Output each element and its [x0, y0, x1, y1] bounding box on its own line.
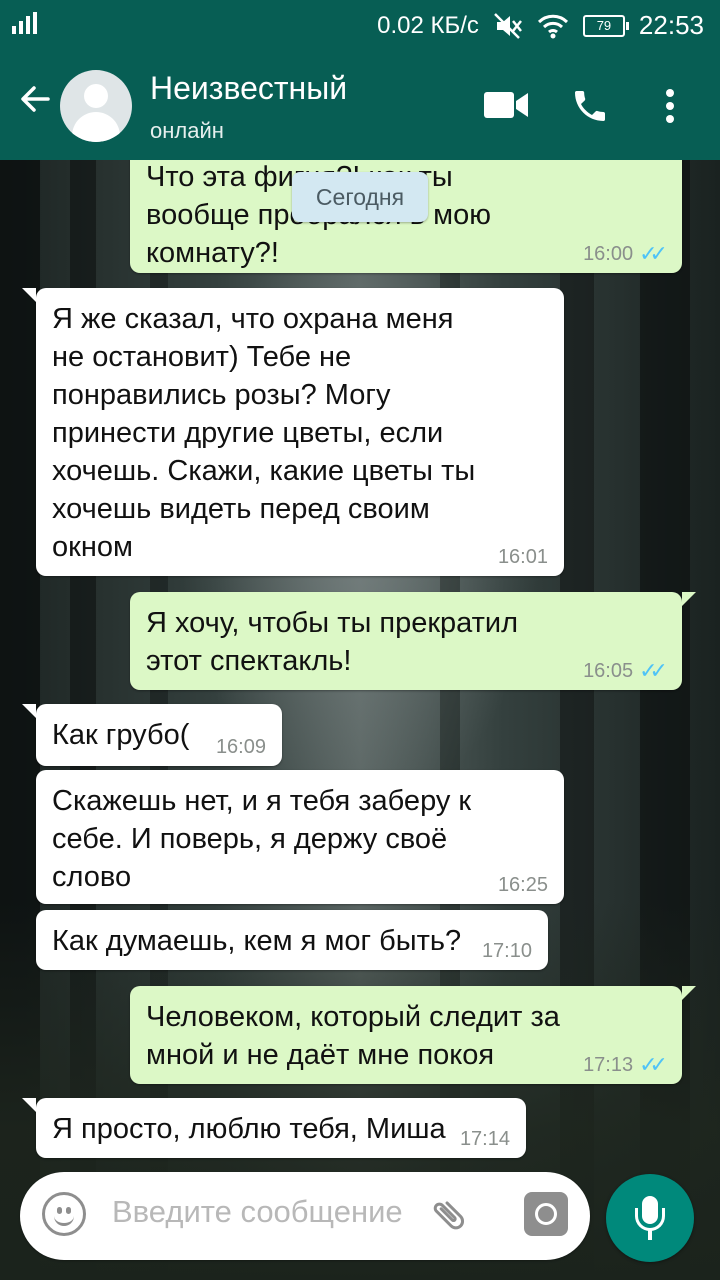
- message-text: Как думаешь, кем я мог быть?: [52, 925, 462, 957]
- mic-button[interactable]: [606, 1174, 694, 1262]
- video-call-icon[interactable]: [484, 90, 530, 125]
- message-incoming[interactable]: Как думаешь, кем я мог быть? 17:10: [36, 910, 548, 970]
- avatar[interactable]: [60, 70, 132, 142]
- message-outgoing[interactable]: Я хочу, чтобы ты прекратил этот спектакл…: [130, 592, 696, 690]
- read-receipt-icon: ✓✓: [639, 1052, 668, 1077]
- message-time: 17:14: [459, 1128, 510, 1150]
- contact-name[interactable]: Неизвестный: [150, 70, 347, 107]
- attach-icon[interactable]: [421, 1187, 484, 1250]
- message-input[interactable]: Введите сообщение: [112, 1194, 403, 1230]
- mute-icon: [494, 12, 522, 39]
- message-text: Я же сказал, что охрана меня не останови…: [52, 303, 476, 563]
- message-time: 16:05: [583, 660, 634, 682]
- status-bar: 0.02 КБ/с 79 22:53: [0, 0, 720, 52]
- read-receipt-icon: ✓✓: [639, 658, 668, 683]
- camera-icon[interactable]: [524, 1192, 568, 1236]
- message-time: 16:09: [215, 736, 266, 758]
- message-outgoing[interactable]: Человеком, который следит за мной и не д…: [130, 986, 696, 1084]
- emoji-icon[interactable]: [42, 1192, 86, 1236]
- message-time: 16:25: [497, 874, 548, 896]
- message-text: Скажешь нет, и я тебя заберу к себе. И п…: [52, 785, 472, 893]
- read-receipt-icon: ✓✓: [639, 241, 668, 266]
- date-divider: Сегодня: [292, 172, 428, 222]
- net-speed: 0.02 КБ/с: [377, 11, 479, 39]
- message-composer: Введите сообщение: [20, 1172, 590, 1260]
- message-time: 16:00: [583, 243, 634, 265]
- more-vert-icon[interactable]: [664, 88, 676, 129]
- battery-icon: 79: [582, 14, 629, 37]
- wifi-icon: [537, 14, 568, 38]
- message-text: Я хочу, чтобы ты прекратил этот спектакл…: [146, 607, 519, 677]
- clock: 22:53: [638, 10, 704, 40]
- message-incoming[interactable]: Как грубо( 16:09: [22, 704, 282, 766]
- signal-icon: [12, 12, 37, 34]
- phone-icon[interactable]: [570, 86, 610, 131]
- message-time: 17:10: [481, 940, 532, 962]
- message-incoming[interactable]: Я просто, люблю тебя, Миша 17:14: [22, 1098, 526, 1158]
- message-time: 16:01: [497, 546, 548, 568]
- message-incoming[interactable]: Скажешь нет, и я тебя заберу к себе. И п…: [36, 770, 564, 904]
- message-incoming[interactable]: Я же сказал, что охрана меня не останови…: [22, 288, 564, 576]
- back-arrow-icon[interactable]: [18, 82, 52, 121]
- message-time: 17:13: [583, 1054, 634, 1076]
- message-text: Я просто, люблю тебя, Миша: [52, 1113, 446, 1145]
- message-text: Человеком, который следит за мной и не д…: [146, 1001, 560, 1071]
- contact-status: онлайн: [150, 118, 224, 143]
